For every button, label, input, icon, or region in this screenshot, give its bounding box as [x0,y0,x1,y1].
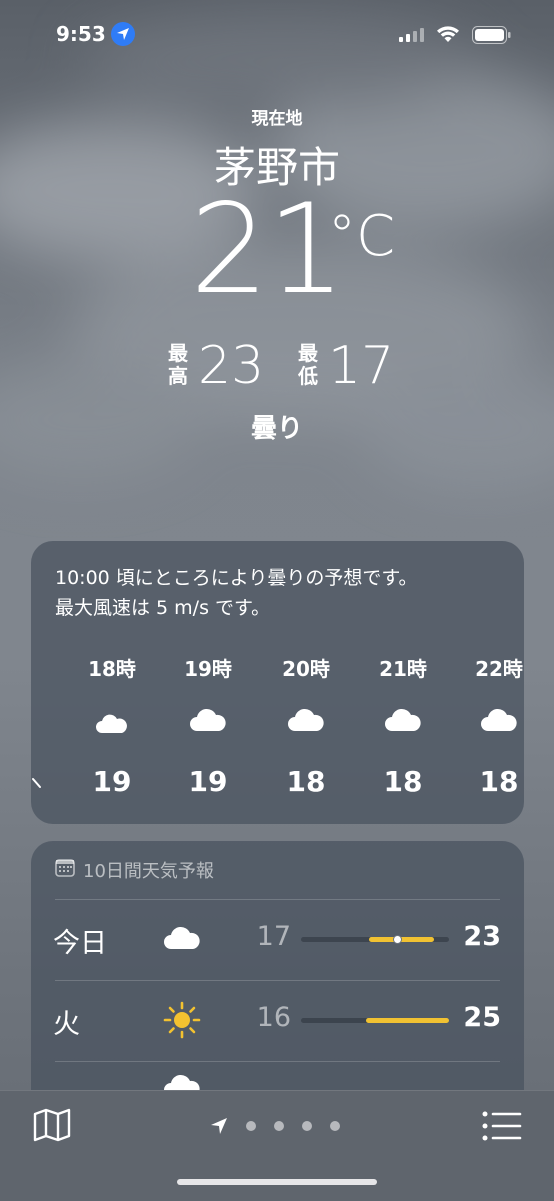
cloud-icon [481,708,517,731]
forecast-summary: 10:00 頃にところにより曇りの予想です。 最大風速は 5 m/s です。 [55,567,418,619]
temperature-range-fill [366,1018,449,1023]
row-separator [55,899,500,900]
scroll-edge-icon [32,778,41,788]
high-low: 最高 23 最低 17 [0,336,554,396]
current-temperature: 21 [190,178,346,322]
forecast-high: 23 [463,921,501,952]
page-dot[interactable] [302,1121,312,1131]
forecast-day: 火 [53,1009,80,1040]
status-time: 9:53 [56,22,106,46]
low-label: 最低 [298,341,318,388]
forecast-row[interactable]: 火 16 25 [31,980,524,1060]
bottom-toolbar [0,1090,554,1201]
cloud-icon [385,708,421,731]
low-temperature: 17 [328,336,395,396]
row-separator [55,1061,500,1062]
forecast-low: 16 [256,1002,291,1033]
calendar-icon [55,859,75,877]
page-indicator[interactable] [210,1115,350,1135]
home-indicator[interactable] [177,1179,377,1185]
list-icon[interactable] [481,1109,523,1143]
battery-icon [472,26,511,44]
location-label: 現在地 [251,109,303,129]
cloud-icon [288,708,324,731]
location-arrow-icon [211,1118,227,1134]
temperature-range-bar [301,935,449,944]
page-dot[interactable] [246,1121,256,1131]
high-temperature: 23 [198,336,265,396]
forecast-day: 今日 [53,928,107,959]
row-separator [55,980,500,981]
cloud-moon-icon [96,705,127,733]
cloud-icon [164,926,200,949]
location-arrow-icon [111,22,135,46]
page-dot[interactable] [330,1121,340,1131]
hourly-scroll[interactable]: 18時 19 19時 19 20時 18 21時 18 22時 18 [31,653,524,813]
temperature-unit: °C [328,204,396,269]
ten-day-forecast-card[interactable]: 10日間天気予報 今日 17 23 火 16 25 [31,841,524,1121]
current-temperature-dot [393,935,403,944]
forecast-row[interactable]: 今日 17 23 [31,899,524,979]
map-icon[interactable] [32,1107,72,1143]
condition: 曇り [250,414,303,444]
wifi-icon [437,26,459,42]
forecast-high: 25 [463,1002,501,1033]
temperature-range-bar [301,1018,449,1023]
forecast-title: 10日間天気予報 [83,861,214,882]
high-label: 最高 [168,341,188,388]
forecast-low: 17 [256,921,291,952]
status-bar: 9:53 [0,18,554,52]
cellular-signal-icon [399,28,424,42]
hourly-forecast-card[interactable]: 10:00 頃にところにより曇りの予想です。 最大風速は 5 m/s です。 1… [31,541,524,824]
sun-icon [163,1001,201,1039]
cloud-icon [190,708,226,731]
page-dot[interactable] [274,1121,284,1131]
